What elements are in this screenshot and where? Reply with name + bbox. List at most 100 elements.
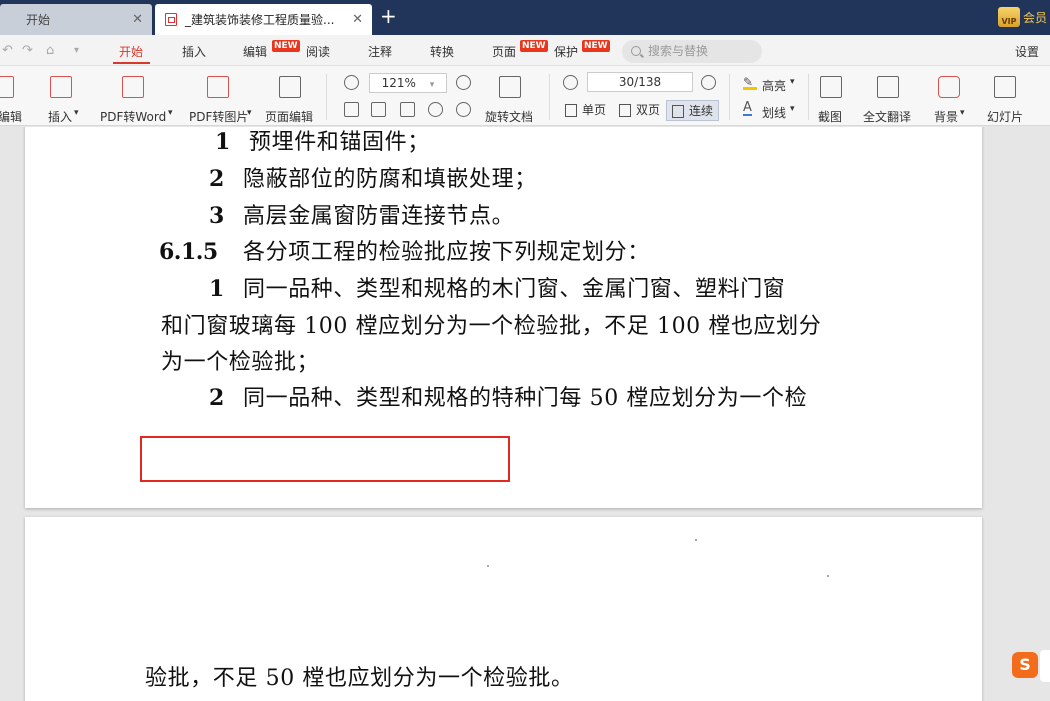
- word-icon: [122, 76, 144, 98]
- menu-annotate[interactable]: 注释: [368, 43, 392, 60]
- background-button[interactable]: 背景 ▾: [932, 66, 972, 126]
- single-page-icon: [565, 104, 577, 117]
- ime-side-panel[interactable]: [1040, 650, 1050, 682]
- zoom-in-icon[interactable]: [456, 75, 471, 90]
- menu-page[interactable]: 页面: [492, 43, 516, 60]
- new-tab-button[interactable]: +: [380, 4, 397, 28]
- tab-document-label: _建筑装饰装修工程质量验...: [185, 13, 335, 27]
- actual-size-icon[interactable]: [344, 102, 359, 117]
- document-viewer[interactable]: 1 预埋件和锚固件； 2 隐蔽部位的防腐和填嵌处理； 3 高层金属窗防雷连接节点。 6…: [0, 127, 1050, 701]
- single-page-label: 单页: [582, 103, 607, 117]
- insert-button[interactable]: 插入 ▾: [48, 66, 88, 126]
- page-number-input[interactable]: 30/138: [587, 72, 693, 92]
- continuous-page-button[interactable]: 连续: [666, 100, 719, 121]
- underline-icon: A: [743, 100, 752, 116]
- pdf-to-word-button[interactable]: PDF转Word ▾: [100, 66, 178, 126]
- zoom-value: 121%: [381, 76, 416, 90]
- screenshot-icon: [820, 76, 842, 98]
- fit-page-icon[interactable]: [371, 102, 386, 117]
- search-input[interactable]: 搜索与替换: [622, 40, 762, 63]
- insert-label: 插入: [48, 110, 73, 124]
- menu-edit[interactable]: 编辑: [243, 43, 267, 60]
- vip-member-button[interactable]: VIP 会员: [998, 6, 1050, 28]
- menu-settings[interactable]: 设置: [1015, 43, 1039, 60]
- search-placeholder: 搜索与替换: [648, 44, 709, 58]
- scan-speck: [695, 539, 697, 541]
- rotate-document-icon: [499, 76, 521, 98]
- tab-document[interactable]: _建筑装饰装修工程质量验... ✕: [155, 4, 372, 35]
- close-icon[interactable]: ✕: [132, 12, 143, 27]
- toolbar-separator: [729, 74, 730, 120]
- pdf-to-word-label: PDF转Word: [100, 110, 167, 124]
- home-icon[interactable]: ⌂: [46, 43, 54, 58]
- text-line: 3 高层金属窗防雷连接节点。: [209, 203, 515, 229]
- toolbar-separator: [326, 74, 327, 120]
- pdf-page: 验批，不足 50 樘也应划分为一个检验批。: [25, 517, 982, 701]
- edit-label: 编辑: [0, 110, 23, 124]
- zoom-select[interactable]: 121% ▾: [369, 73, 447, 93]
- pdf-to-image-button[interactable]: PDF转图片 ▾: [189, 66, 261, 126]
- chevron-down-icon: ▾: [790, 77, 795, 87]
- chevron-down-icon[interactable]: ▾: [74, 45, 79, 56]
- vip-crown-icon: VIP: [998, 7, 1020, 27]
- rotate-right-icon[interactable]: [456, 102, 471, 117]
- redo-icon[interactable]: ↷: [22, 43, 33, 58]
- single-page-button[interactable]: 单页: [560, 100, 614, 121]
- menu-insert[interactable]: 插入: [182, 43, 206, 60]
- menu-protect[interactable]: 保护: [554, 43, 578, 60]
- page-edit-button[interactable]: 页面编辑: [265, 66, 317, 126]
- edit-icon: [0, 76, 14, 98]
- continuous-page-icon: [672, 105, 684, 118]
- zoom-out-icon[interactable]: [344, 75, 359, 90]
- edit-button[interactable]: 编辑: [0, 66, 22, 126]
- menu-start[interactable]: 开始: [119, 43, 143, 60]
- menu-read[interactable]: 阅读: [306, 43, 330, 60]
- text-line: 2 同一品种、类型和规格的特种门每 50 樘应划分为一个检: [209, 385, 808, 411]
- new-badge: NEW: [272, 40, 300, 52]
- menu-convert[interactable]: 转换: [430, 43, 454, 60]
- title-tab-bar: 开始 ✕ _建筑装饰装修工程质量验... ✕ + VIP 会员: [0, 0, 1050, 35]
- previous-page-icon[interactable]: [563, 75, 578, 90]
- slideshow-button[interactable]: 幻灯片: [986, 66, 1026, 126]
- chevron-down-icon: ▾: [74, 108, 79, 118]
- continuous-page-label: 连续: [689, 104, 714, 118]
- pdf-file-icon: [165, 13, 177, 26]
- scan-speck: [487, 565, 489, 567]
- image-icon: [207, 76, 229, 98]
- double-page-icon: [619, 104, 631, 117]
- close-icon[interactable]: ✕: [352, 12, 363, 27]
- undo-icon[interactable]: ↶: [2, 43, 13, 58]
- translate-icon: [877, 76, 899, 98]
- double-page-button[interactable]: 双页: [614, 100, 666, 121]
- rotate-left-icon[interactable]: [428, 102, 443, 117]
- insert-icon: [50, 76, 72, 98]
- chevron-down-icon: ▾: [247, 108, 252, 118]
- highlight-button[interactable]: ✎ 高亮 ▾: [740, 66, 802, 94]
- text-line: 2 隐蔽部位的防腐和填嵌处理；: [209, 166, 537, 192]
- slideshow-label: 幻灯片: [987, 110, 1024, 124]
- toolbar-separator: [808, 74, 809, 120]
- slideshow-icon: [994, 76, 1016, 98]
- scan-speck: [827, 575, 829, 577]
- new-badge: NEW: [582, 40, 610, 52]
- tab-home[interactable]: 开始 ✕: [0, 4, 152, 35]
- underline-button[interactable]: A 划线 ▾: [740, 96, 802, 124]
- toolbar-separator: [549, 74, 550, 120]
- page-indicator: 30/138: [618, 75, 662, 89]
- text-line: 6.1.5 各分项工程的检验批应按下列规定划分：: [159, 239, 650, 265]
- next-page-icon[interactable]: [701, 75, 716, 90]
- selection-highlight-box: [140, 436, 510, 482]
- text-line: 为一个检验批；: [161, 350, 320, 375]
- rotate-document-button[interactable]: 旋转文档: [485, 66, 537, 126]
- vip-label: 会员: [1023, 10, 1048, 25]
- ime-logo-icon[interactable]: S: [1012, 652, 1038, 678]
- text-line: 1 同一品种、类型和规格的木门窗、金属门窗、塑料门窗: [209, 276, 786, 302]
- page-edit-label: 页面编辑: [265, 110, 314, 124]
- screenshot-button[interactable]: 截图: [814, 66, 850, 126]
- full-translate-button[interactable]: 全文翻译: [863, 66, 915, 126]
- full-translate-label: 全文翻译: [863, 110, 912, 124]
- tab-home-label: 开始: [26, 13, 51, 27]
- fit-width-icon[interactable]: [400, 102, 415, 117]
- underline-label: 划线: [762, 106, 787, 120]
- toolbar: 编辑 插入 ▾ PDF转Word ▾ PDF转图片 ▾ 页面编辑 121% ▾ …: [0, 66, 1050, 126]
